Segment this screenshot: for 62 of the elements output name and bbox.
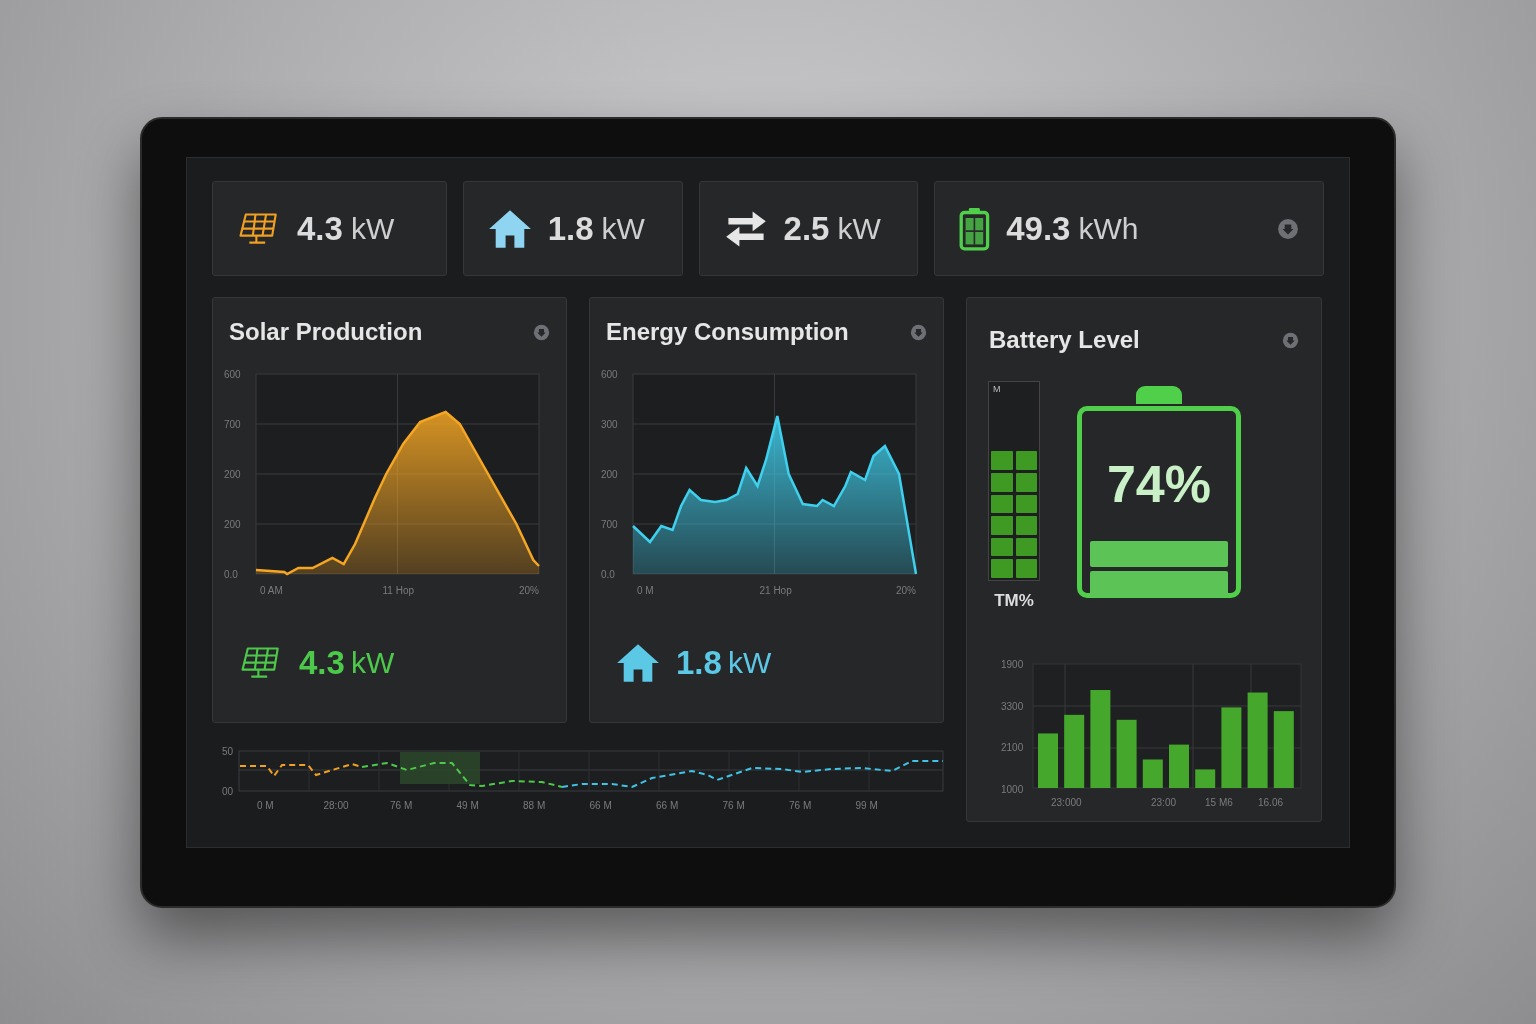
- stat-unit: kW: [601, 211, 645, 247]
- download-icon[interactable]: [1282, 331, 1299, 349]
- meter-caption: TM%: [994, 590, 1034, 612]
- axis-label: 3300: [1001, 700, 1024, 711]
- axis-label: 20%: [896, 585, 916, 596]
- stat-value: 2.5: [783, 208, 830, 249]
- axis-label: 50: [222, 746, 234, 757]
- axis-label: 00: [222, 786, 234, 797]
- axis-label: 200: [224, 469, 241, 480]
- battery-terminal: [1136, 386, 1182, 404]
- axis-label: 0 AM: [260, 585, 283, 596]
- chart-bar: [1038, 732, 1058, 788]
- axis-label: 15 M6: [1205, 796, 1233, 808]
- axis-label: 16.06: [1258, 796, 1284, 808]
- axis-label: 21 Hop: [759, 585, 792, 596]
- axis-label: 200: [601, 469, 618, 480]
- axis-label: 76 M: [722, 800, 745, 811]
- axis-label: 1000: [1001, 783, 1024, 794]
- axis-label: 600: [601, 369, 618, 380]
- download-icon[interactable]: [533, 323, 550, 341]
- stat-unit: kW: [837, 211, 881, 247]
- axis-label: 700: [224, 419, 241, 430]
- card-title: Energy Consumption: [606, 317, 849, 347]
- axis-label: 700: [601, 519, 618, 530]
- axis-label: 49 M: [456, 800, 479, 811]
- card-title: Battery Level: [989, 325, 1140, 355]
- battery-icon: [959, 206, 991, 251]
- stat-value: 49.3: [1006, 208, 1071, 249]
- axis-label: 23:00: [1151, 796, 1177, 808]
- axis-label: 300: [601, 419, 618, 430]
- axis-label: 66 M: [589, 800, 612, 811]
- summary-unit: kW: [350, 645, 395, 682]
- axis-label: 0 M: [637, 585, 654, 596]
- download-icon[interactable]: [910, 323, 927, 341]
- axis-label: 20%: [519, 585, 539, 596]
- axis-label: 2100: [1001, 741, 1024, 753]
- stat-unit: kWh: [1078, 211, 1139, 247]
- chart-bar: [1169, 744, 1189, 788]
- axis-label: 0.0: [224, 569, 238, 580]
- axis-label: 11 Hop: [382, 585, 414, 596]
- axis-label: 1900: [1001, 658, 1024, 670]
- meter-label: M: [993, 383, 1001, 396]
- summary-value: 1.8: [676, 643, 722, 683]
- axis-label: 200: [224, 519, 241, 530]
- axis-label: 600: [224, 369, 241, 380]
- axis-label: 0 M: [257, 800, 274, 811]
- axis-label: 28:00: [323, 800, 349, 811]
- stat-value: 1.8: [547, 208, 594, 249]
- axis-label: 88 M: [523, 800, 546, 811]
- axis-label: 66 M: [656, 800, 679, 811]
- axis-label: 0.0: [601, 569, 615, 580]
- stat-unit: kW: [350, 211, 395, 247]
- axis-label: 76 M: [789, 800, 812, 811]
- axis-label: 99 M: [855, 800, 878, 811]
- summary-unit: kW: [727, 645, 772, 682]
- download-icon[interactable]: [1277, 217, 1299, 240]
- summary-value: 4.3: [299, 643, 345, 683]
- battery-percent: 74%: [1106, 454, 1212, 515]
- axis-label: 23:000: [1051, 796, 1082, 808]
- stat-value: 4.3: [297, 208, 343, 249]
- card-title: Solar Production: [229, 317, 423, 347]
- axis-label: 76 M: [390, 800, 413, 811]
